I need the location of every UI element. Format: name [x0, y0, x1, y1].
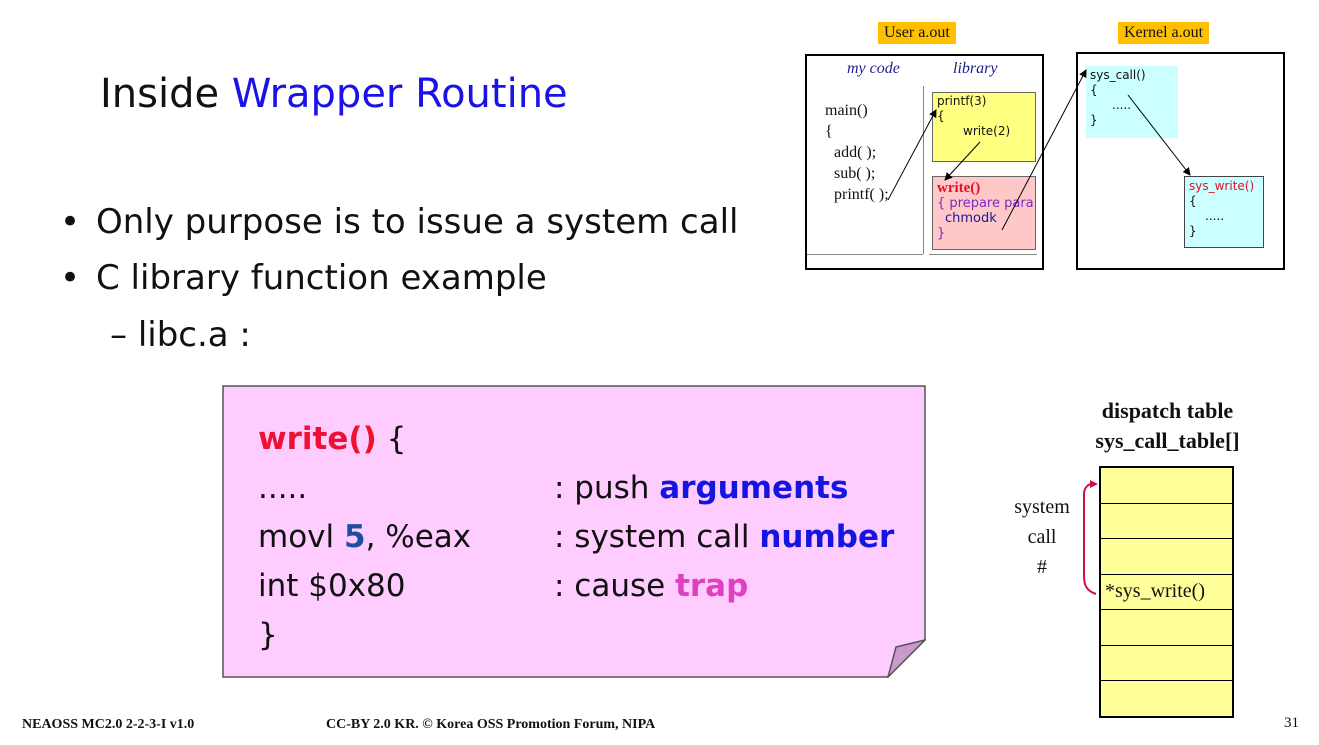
arrow-trap	[1001, 69, 1087, 231]
table-row	[1099, 609, 1234, 646]
eax-text: , %eax	[365, 519, 472, 555]
syscall-number: 5	[343, 519, 366, 555]
dispatch-title-line: dispatch table	[1101, 398, 1234, 423]
comment-text: : cause	[554, 568, 676, 604]
table-row	[1099, 502, 1234, 539]
sys-call-table: *sys_write()	[1099, 466, 1234, 718]
code-line-3: movl 5, %eax	[258, 513, 471, 562]
code-line-2: .....	[258, 470, 308, 506]
table-row-sys-write: *sys_write()	[1099, 573, 1234, 610]
code-line-4: int $0x80	[258, 568, 406, 604]
table-row	[1099, 644, 1234, 681]
table-row	[1099, 466, 1234, 504]
comment-3: : system call number	[554, 513, 894, 562]
side-label-line: #	[1037, 556, 1047, 578]
arrow-write-call	[944, 141, 981, 181]
code-line-1: write() {	[258, 415, 406, 464]
comment-4: : cause trap	[554, 562, 748, 611]
write-fn: write()	[258, 421, 377, 457]
code-line-5: }	[258, 617, 278, 653]
page-number: 31	[1284, 715, 1299, 731]
comment-text: : system call	[554, 519, 760, 555]
code-note: write() { ..... : push arguments movl 5,…	[222, 385, 926, 678]
arrow-printf-call	[887, 109, 937, 201]
brace-open: {	[376, 421, 407, 457]
emph-trap: trap	[675, 568, 749, 604]
emph-number: number	[759, 519, 895, 555]
table-row	[1099, 538, 1234, 575]
dispatch-table-title: dispatch table sys_call_table[]	[1080, 396, 1255, 456]
comment-text: : push	[554, 470, 660, 506]
emph-arguments: arguments	[659, 470, 849, 506]
arrow-dispatch	[1127, 94, 1191, 176]
side-label-line: call	[1027, 526, 1057, 548]
movl-text: movl	[258, 519, 344, 555]
side-label-line: system	[1014, 496, 1070, 518]
footer-version: NEAOSS MC2.0 2-2-3-I v1.0	[22, 717, 195, 732]
footer-license: CC-BY 2.0 KR. © Korea OSS Promotion Foru…	[326, 717, 656, 732]
comment-2: : push arguments	[554, 464, 848, 513]
table-row	[1099, 680, 1234, 717]
dispatch-title-line: sys_call_table[]	[1095, 428, 1240, 453]
system-call-number-label: system call #	[1000, 492, 1084, 582]
